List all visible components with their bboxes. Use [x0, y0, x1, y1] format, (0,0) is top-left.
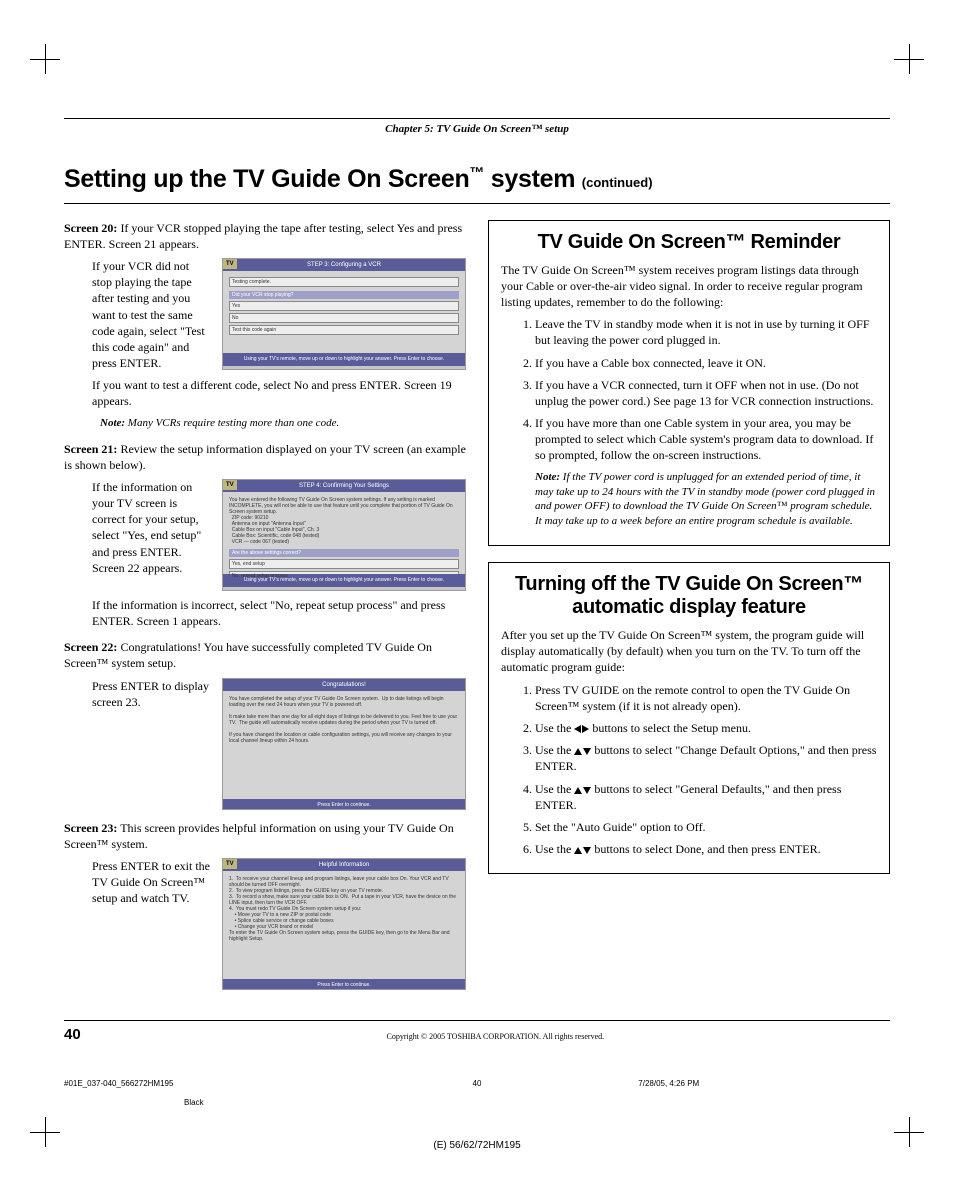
- reminder-intro: The TV Guide On Screen™ system receives …: [501, 262, 877, 311]
- arrow-up-icon: [574, 787, 582, 794]
- list-item: Use the buttons to select the Setup menu…: [535, 720, 877, 736]
- page-footer: 40 Copyright © 2005 TOSHIBA CORPORATION.…: [64, 1020, 890, 1045]
- printer-marks: #01E_037-040_566272HM195 40 7/28/05, 4:2…: [64, 1079, 890, 1109]
- list-item: Use the buttons to select Done, and then…: [535, 841, 877, 857]
- model-number: (E) 56/62/72HM195: [64, 1139, 890, 1153]
- print-black: Black: [184, 1098, 890, 1109]
- reminder-box: TV Guide On Screen™ Reminder The TV Guid…: [488, 220, 890, 546]
- right-column: TV Guide On Screen™ Reminder The TV Guid…: [488, 220, 890, 996]
- tm-mark: ™: [469, 165, 484, 182]
- screen21-side: If the information on your TV screen is …: [92, 479, 212, 591]
- turnoff-box: Turning off the TV Guide On Screen™ auto…: [488, 562, 890, 874]
- list-item: If you have more than one Cable system i…: [535, 415, 877, 464]
- screen23-side: Press ENTER to exit the TV Guide On Scre…: [92, 858, 212, 990]
- left-column: Screen 20: If your VCR stopped playing t…: [64, 220, 466, 996]
- screen22-head: Screen 22: Congratulations! You have suc…: [64, 639, 466, 671]
- arrow-up-icon: [574, 847, 582, 854]
- reminder-title: TV Guide On Screen™ Reminder: [501, 231, 877, 254]
- print-date: 7/28/05, 4:26 PM: [518, 1079, 890, 1090]
- screen22-side: Press ENTER to display screen 23.: [92, 678, 212, 810]
- list-item: Use the buttons to select "General Defau…: [535, 781, 877, 813]
- screen20-after: If you want to test a different code, se…: [92, 377, 466, 409]
- list-item: Leave the TV in standby mode when it is …: [535, 316, 877, 348]
- turnoff-list: Press TV GUIDE on the remote control to …: [501, 682, 877, 858]
- reminder-note: Note: If the TV power cord is unplugged …: [535, 470, 877, 529]
- screen20-side: If your VCR did not stop playing the tap…: [92, 258, 212, 371]
- copyright: Copyright © 2005 TOSHIBA CORPORATION. Al…: [101, 1032, 890, 1043]
- print-file: #01E_037-040_566272HM195: [64, 1079, 436, 1090]
- arrow-up-icon: [574, 748, 582, 755]
- arrow-down-icon: [583, 847, 591, 854]
- turnoff-title: Turning off the TV Guide On Screen™ auto…: [501, 573, 877, 619]
- heading-continued: (continued): [582, 175, 653, 190]
- chapter-header: Chapter 5: TV Guide On Screen™ setup: [64, 118, 890, 137]
- list-item: Set the "Auto Guide" option to Off.: [535, 819, 877, 835]
- arrow-right-icon: [582, 725, 589, 733]
- arrow-left-icon: [574, 725, 581, 733]
- screen20-screenshot: TV STEP 3: Configuring a VCR Testing com…: [222, 258, 466, 370]
- screen22-screenshot: Congratulations! You have completed the …: [222, 678, 466, 810]
- arrow-down-icon: [583, 748, 591, 755]
- print-page: 40: [436, 1079, 519, 1090]
- reminder-list: Leave the TV in standby mode when it is …: [501, 316, 877, 464]
- page-number: 40: [64, 1025, 81, 1045]
- arrow-down-icon: [583, 787, 591, 794]
- page-heading: Setting up the TV Guide On Screen™ syste…: [64, 163, 890, 204]
- list-item: If you have a VCR connected, turn it OFF…: [535, 377, 877, 409]
- turnoff-intro: After you set up the TV Guide On Screen™…: [501, 627, 877, 676]
- heading-tail: system: [484, 165, 582, 193]
- screen20-note: Note: Many VCRs require testing more tha…: [100, 416, 466, 431]
- screen21-after: If the information is incorrect, select …: [92, 597, 466, 629]
- heading-main: Setting up the TV Guide On Screen: [64, 165, 469, 193]
- list-item: If you have a Cable box connected, leave…: [535, 355, 877, 371]
- screen23-screenshot: TV Helpful Information 1. To receive you…: [222, 858, 466, 990]
- list-item: Use the buttons to select "Change Defaul…: [535, 742, 877, 774]
- list-item: Press TV GUIDE on the remote control to …: [535, 682, 877, 714]
- screen21-head: Screen 21: Review the setup information …: [64, 441, 466, 473]
- screen21-screenshot: TV STEP 4: Confirming Your Settings You …: [222, 479, 466, 591]
- screen20-head: Screen 20: If your VCR stopped playing t…: [64, 220, 466, 252]
- screen23-head: Screen 23: This screen provides helpful …: [64, 820, 466, 852]
